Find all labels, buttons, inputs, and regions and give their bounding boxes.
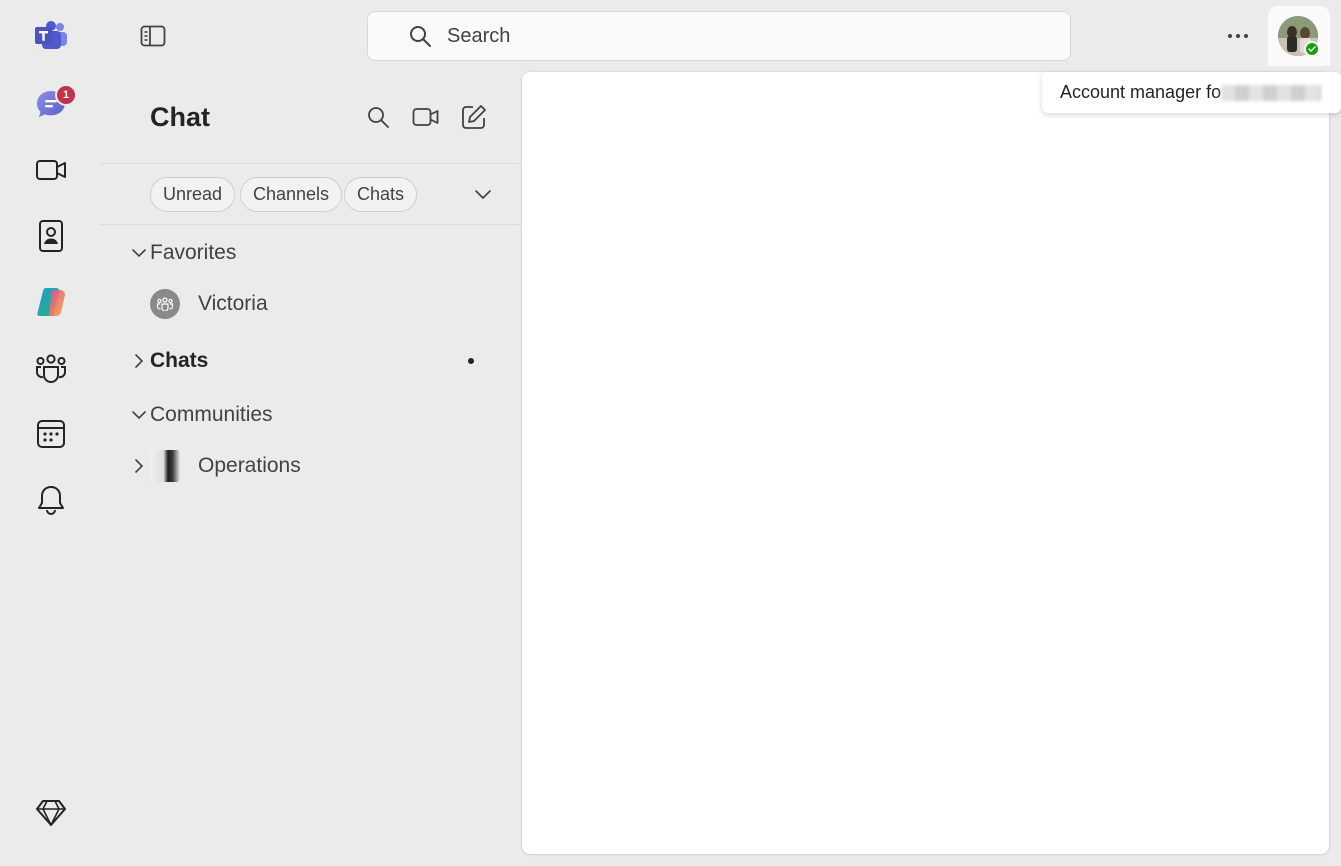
redacted-text — [1221, 84, 1322, 101]
divider — [100, 224, 522, 225]
rail-chat-button[interactable]: 1 — [26, 79, 77, 129]
divider — [100, 163, 522, 164]
compose-icon — [462, 105, 486, 129]
toggle-sidebar-button[interactable] — [131, 14, 175, 58]
search-icon — [410, 26, 431, 47]
search-bar[interactable] — [367, 11, 1071, 61]
filter-channels[interactable]: Channels — [240, 177, 343, 212]
communities-icon — [36, 354, 66, 383]
ellipsis-icon — [1228, 34, 1248, 38]
bell-icon — [38, 486, 64, 515]
sidebar-panel-icon — [140, 25, 166, 47]
new-chat-button[interactable] — [454, 100, 494, 134]
unread-count-badge: 1 — [55, 84, 77, 106]
rail-people-button[interactable] — [26, 211, 76, 261]
search-input[interactable] — [447, 24, 1007, 48]
list-item-label: Operations — [198, 454, 301, 477]
list-item-operations[interactable]: Operations — [150, 448, 301, 484]
video-camera-icon — [412, 108, 439, 126]
chevron-down-icon — [128, 248, 150, 258]
rail-copilot-button[interactable] — [26, 277, 76, 327]
teams-logo-icon[interactable] — [26, 11, 76, 61]
copilot-icon — [37, 288, 65, 316]
section-favorites[interactable]: Favorites — [128, 237, 236, 269]
rail-communities-button[interactable] — [26, 343, 76, 393]
chat-search-button[interactable] — [358, 100, 398, 134]
video-camera-icon — [36, 160, 66, 180]
diamond-icon — [36, 800, 66, 826]
filter-chats[interactable]: Chats — [344, 177, 418, 212]
list-item-victoria[interactable]: Victoria — [150, 286, 268, 322]
expand-operations-toggle[interactable] — [128, 450, 150, 482]
chevron-right-icon — [128, 354, 150, 368]
group-avatar-icon — [150, 289, 180, 319]
contact-book-icon — [39, 220, 63, 252]
filter-unread[interactable]: Unread — [150, 177, 236, 212]
section-chats[interactable]: Chats — [128, 345, 208, 377]
calendar-icon — [37, 420, 65, 448]
section-label: Communities — [150, 403, 273, 426]
more-filters-button[interactable] — [468, 180, 498, 210]
chevron-down-icon — [128, 410, 150, 420]
section-label: Chats — [150, 349, 209, 372]
community-avatar — [150, 450, 180, 482]
rail-calendar-button[interactable] — [26, 409, 76, 459]
page-title: Chat — [150, 102, 210, 132]
tooltip-text: Account manager fo — [1060, 82, 1222, 102]
rail-premium-button[interactable] — [26, 788, 76, 838]
chevron-right-icon — [128, 459, 150, 473]
more-options-button[interactable] — [1216, 16, 1260, 56]
rail-activity-button[interactable] — [26, 475, 76, 525]
account-area — [1268, 6, 1330, 66]
search-icon — [368, 107, 389, 128]
section-label: Favorites — [150, 241, 237, 264]
account-manager-tooltip: Account manager fo — [1042, 72, 1341, 113]
conversation-panel — [522, 72, 1329, 854]
chevron-down-icon — [475, 190, 491, 199]
unread-indicator — [468, 358, 474, 364]
presence-available-icon — [1304, 41, 1320, 57]
meet-now-button[interactable] — [406, 100, 446, 134]
rail-meet-button[interactable] — [26, 145, 76, 195]
chat-list-pane: Chat Unread Channels Chats Favorites Vic… — [100, 72, 522, 866]
list-item-label: Victoria — [198, 292, 268, 315]
app-rail: 1 — [0, 0, 100, 866]
section-communities[interactable]: Communities — [128, 399, 273, 431]
